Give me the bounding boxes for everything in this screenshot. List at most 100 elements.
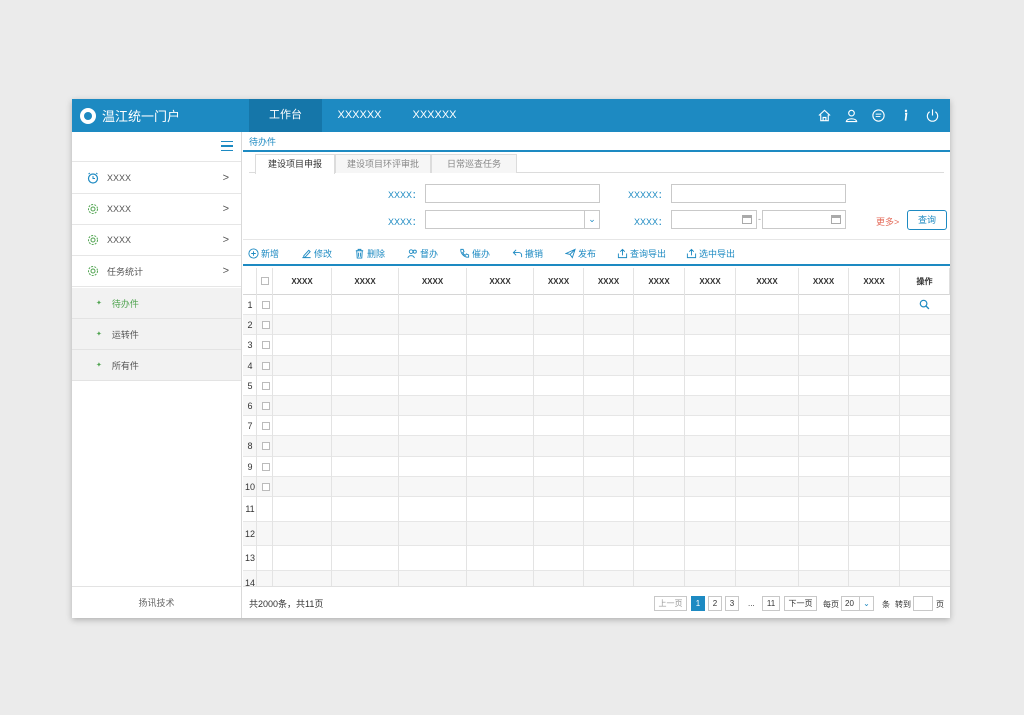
revoke-button[interactable]: 撤销 [512,246,543,260]
row-checkbox[interactable] [262,361,270,370]
row-checkbox[interactable] [262,321,270,330]
page-3-button[interactable]: 3 [725,596,739,611]
sidebar-subitem-all[interactable]: ✦ 所有件 [72,350,241,381]
nav-tab-workbench[interactable]: 工作台 [249,99,322,132]
main-content: 待办件 建设项目申报 建设项目环评审批 日常巡查任务 XXXX： XXXXX： … [243,132,950,618]
sidebar-subitem-pending[interactable]: ✦ 待办件 [72,288,241,319]
prev-page-button[interactable]: 上一页 [654,596,687,611]
tab-eia-approval[interactable]: 建设项目环评审批 [335,154,431,173]
search-icon[interactable] [919,299,930,310]
chevron-down-icon[interactable]: ⌄ [584,211,599,228]
table-row[interactable]: 2 [243,315,950,336]
row-number: 4 [247,360,253,371]
publish-button[interactable]: 发布 [565,246,596,260]
goto-page-input[interactable] [913,596,933,611]
row-checkbox[interactable] [262,422,270,431]
undo-icon [512,249,523,257]
per-page-unit: 条 [882,600,890,609]
tab-daily-patrol[interactable]: 日常巡查任务 [431,154,517,173]
filter-select[interactable]: ⌄ [425,210,600,229]
column-header: XXXX [273,268,332,295]
table-row[interactable]: 3 [243,335,950,356]
logo-area: 温江统一门户 [72,99,249,132]
gear-icon [88,204,98,214]
page-1-button[interactable]: 1 [691,596,705,611]
query-export-button[interactable]: 查询导出 [617,246,666,260]
query-export-label: 查询导出 [630,248,667,259]
calendar-icon[interactable] [831,215,841,224]
next-page-button[interactable]: 下一页 [784,596,817,611]
home-icon[interactable] [817,108,832,123]
sidebar-subitem-label: 待办件 [111,298,139,309]
column-header: XXXX [584,268,634,295]
row-checkbox[interactable] [262,341,270,350]
calendar-icon[interactable] [742,215,752,224]
table-row[interactable]: 12 [243,521,950,546]
sidebar-item-1[interactable]: XXXX > [72,163,241,194]
grid-divider [583,268,584,586]
table-row[interactable]: 4 [243,355,950,376]
sidebar-item-2[interactable]: XXXX > [72,194,241,225]
query-button[interactable]: 查询 [907,210,947,230]
app-title: 温江统一门户 [102,109,181,124]
table-row[interactable]: 7 [243,416,950,437]
page-2-button[interactable]: 2 [708,596,722,611]
grid-divider [848,268,849,586]
grid-divider [331,268,332,586]
menu-icon[interactable] [221,141,233,151]
sidebar-item-3[interactable]: XXXX > [72,225,241,256]
menu-toggle[interactable] [72,132,241,162]
select-all-checkbox[interactable] [261,277,269,285]
nav-tab-3[interactable]: XXXXXX [397,99,472,132]
nav-tab-2[interactable]: XXXXXX [322,99,397,132]
row-checkbox[interactable] [262,402,270,411]
message-icon[interactable] [871,108,886,123]
row-checkbox[interactable] [262,462,270,471]
chevron-down-icon[interactable]: ⌄ [859,597,873,610]
delete-button[interactable]: 删除 [354,246,385,260]
table-row[interactable]: 10 [243,476,950,497]
table-row[interactable]: 11 [243,497,950,522]
more-link[interactable]: 更多> [876,215,899,228]
table-row[interactable]: 13 [243,546,950,571]
supervise-button[interactable]: 督办 [407,246,438,260]
table-row[interactable]: 5 [243,376,950,396]
phone-icon [460,248,470,258]
row-number: 7 [247,421,253,432]
row-number: 2 [247,320,253,331]
pagination: 共2000条，共11页 上一页 1 2 3 ... 11 下一页 每页 20 ⌄… [243,586,950,618]
edit-button[interactable]: 修改 [301,246,332,260]
filter-input-2[interactable] [671,184,846,203]
table-row[interactable]: 9 [243,457,950,477]
per-page-select[interactable]: 20 ⌄ [841,596,874,611]
row-checkbox[interactable] [262,301,270,310]
page-11-button[interactable]: 11 [762,596,780,611]
sidebar-subitem-running[interactable]: ✦ 运转件 [72,319,241,350]
column-header: XXXX [467,268,534,295]
row-checkbox[interactable] [262,442,270,451]
header-select-cell [257,268,273,295]
info-icon[interactable] [898,108,913,123]
sidebar-item-label: XXXX [107,173,132,183]
user-icon[interactable] [844,108,859,123]
row-checkbox[interactable] [262,381,270,390]
table-row[interactable]: 14 [243,570,950,586]
date-end-input[interactable] [762,210,846,229]
row-checkbox[interactable] [262,482,270,491]
breadcrumb: 待办件 [243,132,950,152]
data-grid: XXXX XXXX XXXX XXXX XXXX XXXX XXXX XXXX XXXX XXXX… [243,268,950,586]
date-start-input[interactable] [671,210,757,229]
selected-export-button[interactable]: 选中导出 [686,246,735,260]
power-icon[interactable] [925,108,940,123]
row-number: 6 [247,401,253,411]
send-icon [565,248,576,259]
tab-project-declare[interactable]: 建设项目申报 [255,154,335,174]
sidebar-item-task-stats[interactable]: 任务统计 > [72,256,241,287]
add-button[interactable]: 新增 [248,246,279,260]
table-row[interactable]: 6 [243,396,950,417]
filter-label-1: XXXX： [387,190,421,200]
filter-input-1[interactable] [425,184,600,203]
table-row[interactable]: 8 [243,436,950,457]
table-row[interactable]: 1 [243,295,950,316]
urge-button[interactable]: 催办 [459,246,490,260]
